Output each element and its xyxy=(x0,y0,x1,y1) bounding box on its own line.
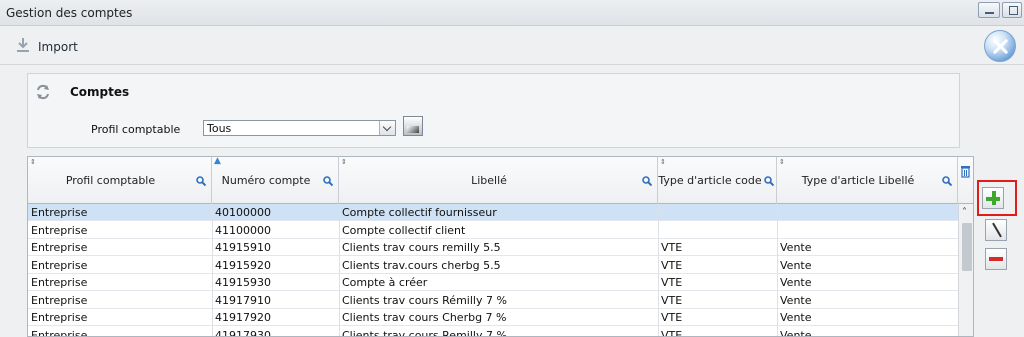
table-cell: Vente xyxy=(780,293,812,307)
table-row[interactable]: Entreprise 41915930 Compte à créer VTE Vente xyxy=(28,274,958,291)
delete-row-button[interactable] xyxy=(985,248,1007,270)
scroll-up-icon[interactable]: ˄ xyxy=(962,207,967,218)
table-cell: Clients trav cours Rémilly 7 % xyxy=(342,293,507,307)
profil-comptable-label: Profil comptable xyxy=(91,123,181,136)
table-cell: 41917920 xyxy=(215,311,271,324)
table-cell: 41915930 xyxy=(215,276,271,289)
table-cell: VTE xyxy=(661,258,683,272)
table-row[interactable]: Entreprise 41100000 Compte collectif clien… xyxy=(28,222,958,239)
table-cell: Entreprise xyxy=(31,241,88,254)
column-divider xyxy=(212,204,213,336)
table-cell: 41915920 xyxy=(215,258,271,272)
table-cell: Entreprise xyxy=(31,328,88,337)
table-cell: Compte à créer xyxy=(342,276,428,289)
column-divider xyxy=(777,204,778,336)
table-row[interactable]: Entreprise 41917930 Clients trav cours Rem… xyxy=(28,327,958,337)
table-cell: 41917910 xyxy=(215,293,271,307)
search-icon[interactable] xyxy=(196,176,206,186)
table-cell: 41917930 xyxy=(215,328,271,337)
table-row[interactable]: Entreprise 40100000 Compte collectif fourn… xyxy=(28,204,958,221)
table-cell: Entreprise xyxy=(31,258,88,272)
sort-icon[interactable]: ⇕ xyxy=(30,158,36,166)
sort-icon[interactable]: ⇕ xyxy=(660,158,666,166)
table-cell: VTE xyxy=(661,311,683,324)
table-cell: Clients trav cours remilly 5.5 xyxy=(342,241,501,254)
table-cell: Vente xyxy=(780,311,812,324)
table-cell: Clients trav cours Remilly 7 % xyxy=(342,328,507,337)
table-cell: Entreprise xyxy=(31,311,88,324)
table-cell: Compte collectif client xyxy=(342,223,466,237)
column-header-profil-comptable[interactable]: ⇕ Profil comptable xyxy=(28,157,212,204)
scroll-thumb[interactable] xyxy=(962,223,972,271)
refresh-icon[interactable] xyxy=(35,84,51,100)
table-cell: Entreprise xyxy=(31,276,88,289)
accounts-grid: ⇕ Profil comptable ▲ Numéro compte ⇕ Lib… xyxy=(27,156,974,337)
table-cell: VTE xyxy=(661,241,683,254)
table-row[interactable]: Entreprise 41917920 Clients trav cours Che… xyxy=(28,309,958,326)
close-icon[interactable] xyxy=(984,30,1016,62)
column-header-libelle[interactable]: ⇕ Libellé xyxy=(339,157,658,204)
table-row[interactable]: Entreprise 41917910 Clients trav cours Rém… xyxy=(28,292,958,309)
search-icon[interactable] xyxy=(642,176,652,186)
search-icon[interactable] xyxy=(942,176,952,186)
table-cell: Vente xyxy=(780,258,812,272)
column-divider xyxy=(658,204,659,336)
profil-comptable-select[interactable]: Tous xyxy=(203,120,396,136)
table-cell: 41100000 xyxy=(215,223,271,237)
window-title: Gestion des comptes xyxy=(6,6,133,20)
column-header-type-article-code[interactable]: ⇕ Type d'article code xyxy=(658,157,777,204)
import-button[interactable]: Import xyxy=(38,40,78,54)
table-cell: 41915910 xyxy=(215,241,271,254)
table-cell: Entreprise xyxy=(31,223,88,237)
table-cell: Vente xyxy=(780,328,812,337)
table-cell: Compte collectif fournisseur xyxy=(342,206,497,219)
trash-icon[interactable] xyxy=(960,165,971,178)
table-cell: Vente xyxy=(780,276,812,289)
column-divider xyxy=(339,204,340,336)
panel-title: Comptes xyxy=(70,85,130,99)
vertical-scrollbar[interactable]: ˄ xyxy=(958,204,973,336)
column-header-type-article-libelle[interactable]: ⇕ Type d'article Libellé xyxy=(777,157,958,204)
table-cell: Entreprise xyxy=(31,293,88,307)
chevron-down-icon[interactable] xyxy=(379,121,395,135)
search-icon[interactable] xyxy=(764,176,774,186)
table-row[interactable]: Entreprise 41915910 Clients trav cours rem… xyxy=(28,239,958,256)
sort-icon[interactable]: ⇕ xyxy=(779,158,785,166)
add-row-button[interactable] xyxy=(982,187,1004,209)
table-row[interactable]: Entreprise 41915920 Clients trav.cours che… xyxy=(28,257,958,274)
column-header-numero-compte[interactable]: ▲ Numéro compte xyxy=(212,157,339,204)
table-cell: Entreprise xyxy=(31,206,88,219)
grid-header: ⇕ Profil comptable ▲ Numéro compte ⇕ Lib… xyxy=(28,157,973,204)
import-icon[interactable] xyxy=(15,37,31,53)
table-cell: 40100000 xyxy=(215,206,271,219)
table-cell: Clients trav.cours cherbg 5.5 xyxy=(342,258,501,272)
search-icon[interactable] xyxy=(323,176,333,186)
table-cell: Clients trav cours Cherbg 7 % xyxy=(342,311,507,324)
minimize-button[interactable] xyxy=(978,2,1000,18)
filter-panel: Comptes Profil comptable Tous xyxy=(27,73,960,148)
sort-icon[interactable]: ⇕ xyxy=(341,158,347,166)
table-cell: VTE xyxy=(661,328,683,337)
edit-row-button[interactable] xyxy=(985,219,1007,241)
maximize-button[interactable] xyxy=(1002,2,1022,18)
title-bar: Gestion des comptes xyxy=(0,0,1024,26)
toolbar: Import xyxy=(0,27,1024,65)
clear-filter-button[interactable] xyxy=(403,116,423,136)
profil-comptable-value: Tous xyxy=(207,122,232,135)
table-cell: Vente xyxy=(780,241,812,254)
table-cell: VTE xyxy=(661,293,683,307)
table-cell: VTE xyxy=(661,276,683,289)
sort-ascending-icon[interactable]: ▲ xyxy=(214,157,221,166)
